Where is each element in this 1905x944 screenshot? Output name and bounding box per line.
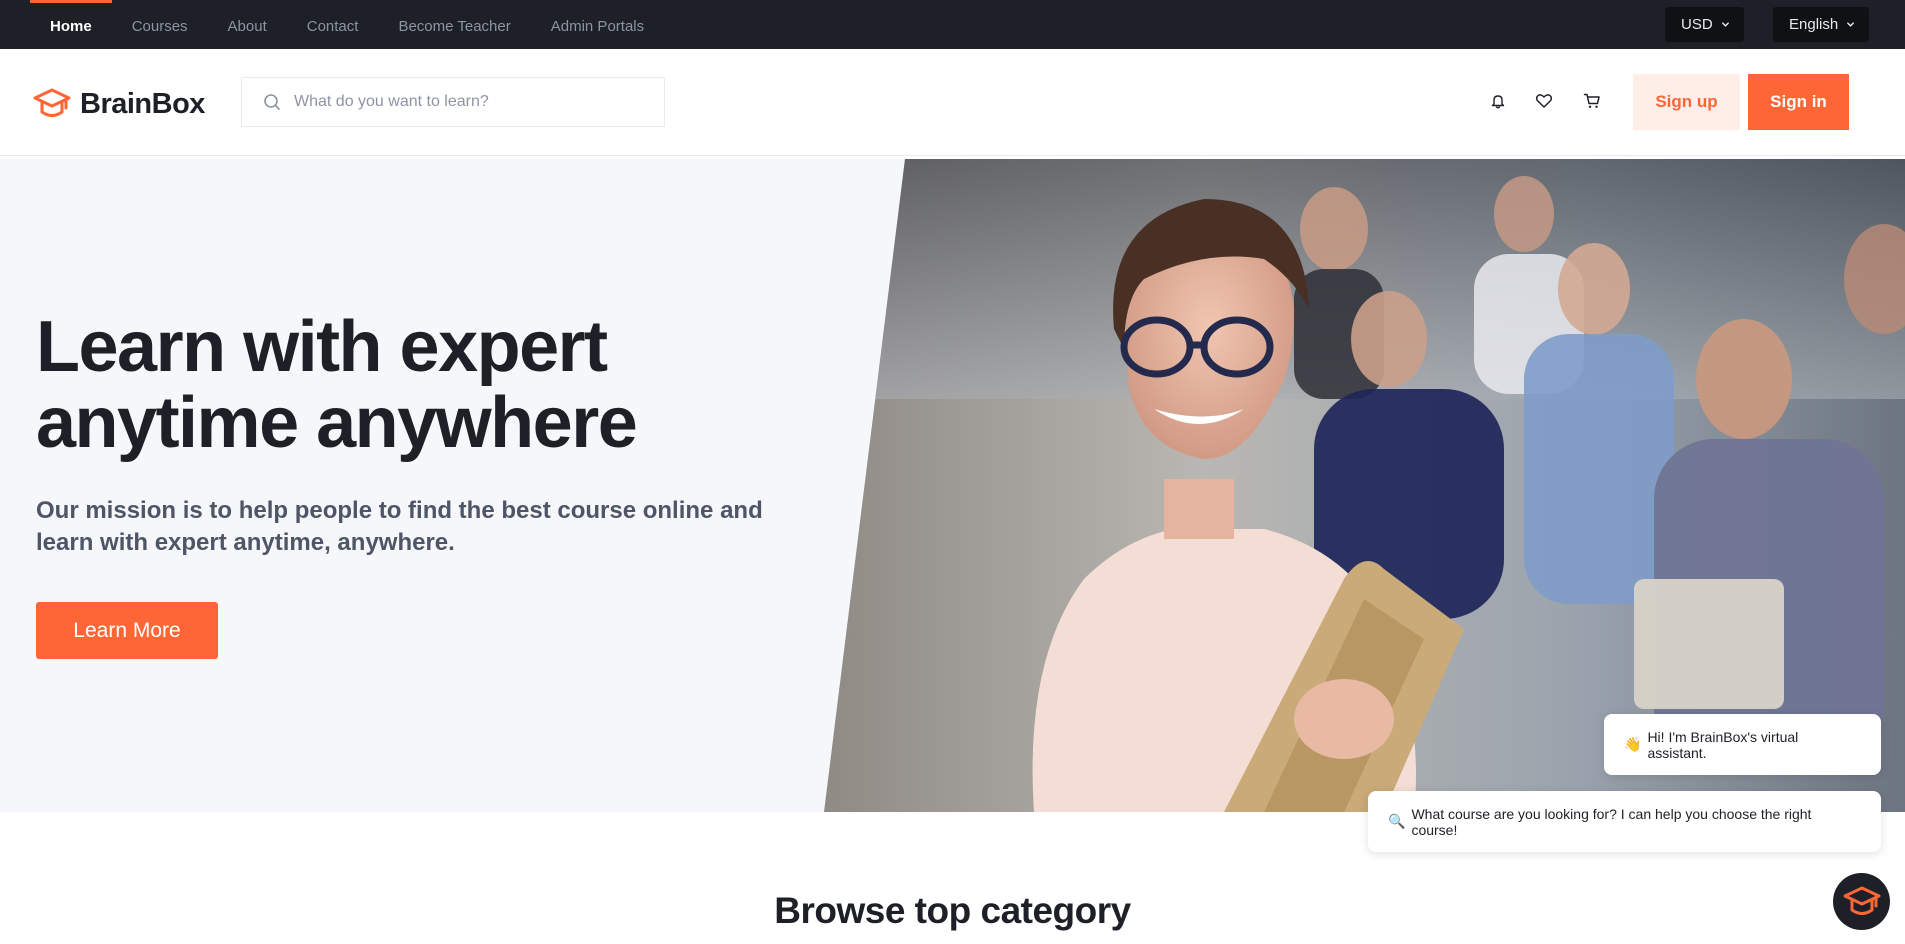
brand-logo[interactable]: BrainBox xyxy=(32,84,205,124)
search-icon xyxy=(264,94,280,110)
chat-message-text: What course are you looking for? I can h… xyxy=(1411,805,1812,838)
chat-message-text: Hi! I'm BrainBox's virtual assistant. xyxy=(1647,728,1799,761)
main-header: BrainBox Sign up Sign in xyxy=(0,49,1905,156)
nav-about[interactable]: About xyxy=(208,0,287,49)
chevron-down-icon xyxy=(1721,22,1729,27)
notifications-button[interactable] xyxy=(1486,89,1510,113)
currency-value: USD xyxy=(1681,16,1713,33)
hero-title: Learn with expert anytime anywhere xyxy=(36,309,796,461)
hero-title-line-1: Learn with expert xyxy=(36,307,608,387)
bell-icon xyxy=(1491,95,1505,109)
brand-name: BrainBox xyxy=(80,87,205,120)
nav-contact[interactable]: Contact xyxy=(287,0,379,49)
top-bar: Home Courses About Contact Become Teache… xyxy=(0,0,1905,49)
search-box[interactable] xyxy=(241,77,665,127)
nav-courses[interactable]: Courses xyxy=(112,0,208,49)
magnifier-icon: 🔍 xyxy=(1388,813,1406,829)
language-select[interactable]: English xyxy=(1773,7,1870,42)
section-title: Browse top category xyxy=(774,890,1131,931)
currency-select[interactable]: USD xyxy=(1665,7,1744,42)
learn-more-button[interactable]: Learn More xyxy=(36,602,218,659)
nav-become-teacher[interactable]: Become Teacher xyxy=(378,0,530,49)
graduation-cap-icon xyxy=(1843,886,1880,915)
chat-message: 🔍 What course are you looking for? I can… xyxy=(1368,791,1881,852)
cart-icon xyxy=(1583,93,1600,108)
wave-icon: 👋 xyxy=(1624,736,1642,752)
nav-home[interactable]: Home xyxy=(30,0,112,49)
graduation-cap-icon xyxy=(33,88,71,117)
cart-button[interactable] xyxy=(1580,89,1604,113)
heart-icon xyxy=(1535,94,1553,108)
nav-admin-portals[interactable]: Admin Portals xyxy=(531,0,664,49)
sign-up-button[interactable]: Sign up xyxy=(1633,74,1740,130)
language-value: English xyxy=(1789,16,1839,33)
chat-message: 👋 Hi! I'm BrainBox's virtual assistant. xyxy=(1604,714,1881,775)
chat-launcher-button[interactable] xyxy=(1833,873,1890,930)
top-nav: Home Courses About Contact Become Teache… xyxy=(30,0,664,49)
sign-in-button[interactable]: Sign in xyxy=(1748,74,1849,130)
hero-subtitle: Our mission is to help people to find th… xyxy=(36,497,763,556)
wishlist-button[interactable] xyxy=(1532,89,1556,113)
chevron-down-icon xyxy=(1847,22,1855,27)
search-input[interactable] xyxy=(294,93,634,111)
hero-title-line-2: anytime anywhere xyxy=(36,383,638,463)
